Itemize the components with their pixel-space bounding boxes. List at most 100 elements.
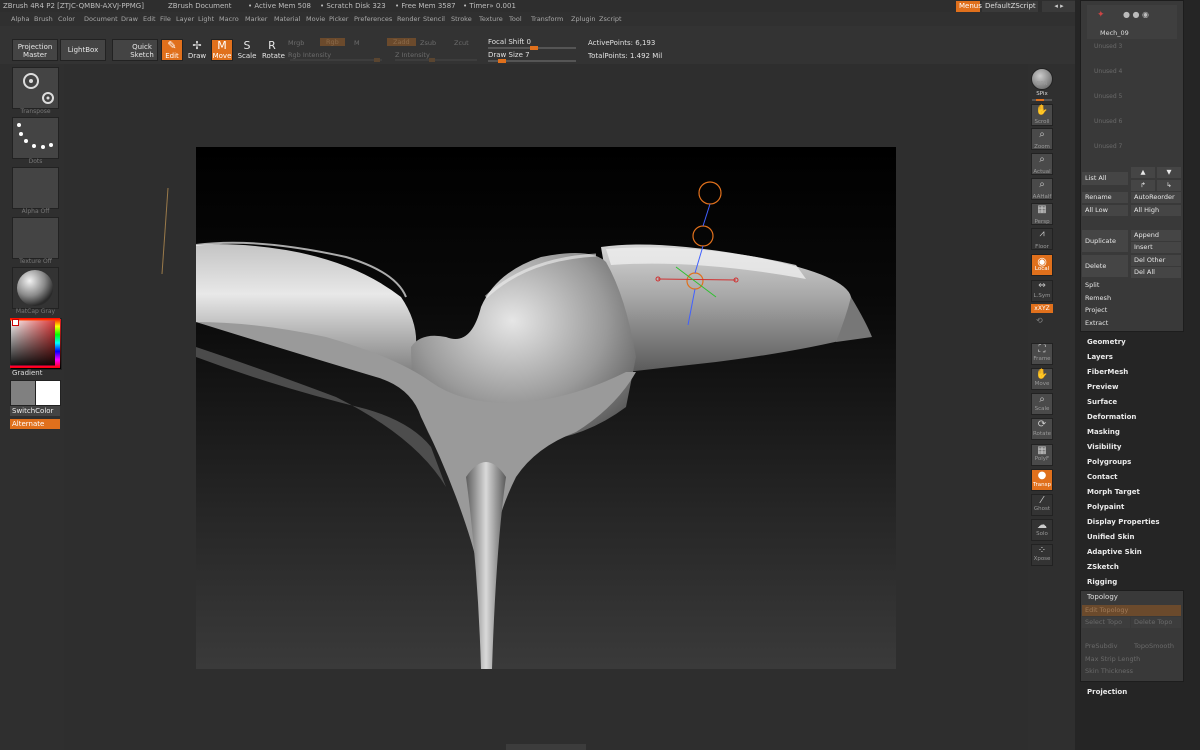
- deformation-menu[interactable]: Deformation: [1087, 413, 1136, 421]
- rigging-menu[interactable]: Rigging: [1087, 578, 1117, 586]
- subtool-unused-4[interactable]: Unused 4: [1094, 68, 1122, 75]
- list-all-button[interactable]: List All: [1082, 172, 1128, 185]
- secondary-color-swatch[interactable]: [10, 380, 36, 406]
- default-zscript-button[interactable]: DefaultZScript: [982, 1, 1038, 12]
- spix-slider[interactable]: [1032, 99, 1052, 101]
- menu-picker[interactable]: Picker: [329, 12, 348, 26]
- duplicate-button[interactable]: Duplicate: [1082, 230, 1128, 252]
- layers-menu[interactable]: Layers: [1087, 353, 1113, 361]
- subtool-unused-6[interactable]: Unused 6: [1094, 118, 1122, 125]
- rotate-axis-icon[interactable]: ⟲: [1036, 316, 1043, 325]
- projection-master-button[interactable]: Projection Master: [12, 39, 58, 61]
- focal-shift-slider[interactable]: [488, 46, 576, 50]
- menu-texture[interactable]: Texture: [479, 12, 503, 26]
- move-up-button[interactable]: ↱: [1131, 180, 1155, 191]
- menu-edit[interactable]: Edit: [143, 12, 156, 26]
- display-properties-menu[interactable]: Display Properties: [1087, 518, 1160, 526]
- delete-topo-button[interactable]: Delete Topo: [1131, 617, 1181, 628]
- zadd-toggle[interactable]: Zadd: [387, 38, 416, 46]
- menu-zscript[interactable]: Zscript: [599, 12, 622, 26]
- menu-preferences[interactable]: Preferences: [354, 12, 392, 26]
- primary-color-swatch[interactable]: [35, 380, 61, 406]
- visibility-menu[interactable]: Visibility: [1087, 443, 1121, 451]
- ghost-button[interactable]: ⁄: [1031, 494, 1053, 516]
- document-viewport[interactable]: [196, 147, 896, 669]
- menu-layer[interactable]: Layer: [176, 12, 194, 26]
- menu-material[interactable]: Material: [274, 12, 300, 26]
- lightbox-button[interactable]: LightBox: [60, 39, 106, 61]
- menu-draw[interactable]: Draw: [121, 12, 138, 26]
- subtool-unused-7[interactable]: Unused 7: [1094, 143, 1122, 150]
- project-menu[interactable]: Project: [1082, 305, 1181, 316]
- z-intensity-slider[interactable]: [395, 58, 477, 62]
- menu-movie[interactable]: Movie: [306, 12, 325, 26]
- zcut-toggle[interactable]: Zcut: [454, 39, 469, 47]
- unified-skin-menu[interactable]: Unified Skin: [1087, 533, 1135, 541]
- texture-thumb[interactable]: [12, 217, 59, 259]
- edit-topology-button[interactable]: Edit Topology: [1082, 605, 1181, 616]
- rotate-button[interactable]: R Rotate: [261, 39, 285, 61]
- delete-button[interactable]: Delete: [1082, 255, 1128, 277]
- mrgb-toggle[interactable]: Mrgb: [288, 39, 304, 47]
- menu-alpha[interactable]: Alpha: [11, 12, 29, 26]
- solo-button[interactable]: ☁: [1031, 519, 1053, 541]
- rgb-intensity-slider[interactable]: [290, 58, 382, 62]
- menu-color[interactable]: Color: [58, 12, 75, 26]
- polygroups-menu[interactable]: Polygroups: [1087, 458, 1131, 466]
- all-low-button[interactable]: All Low: [1082, 205, 1128, 216]
- projection-menu[interactable]: Projection: [1087, 688, 1127, 696]
- menu-brush[interactable]: Brush: [34, 12, 53, 26]
- masking-menu[interactable]: Masking: [1087, 428, 1120, 436]
- contact-menu[interactable]: Contact: [1087, 473, 1118, 481]
- skin-thickness-slider[interactable]: Skin Thickness: [1082, 666, 1181, 677]
- transpose-brush-thumb[interactable]: [12, 67, 59, 109]
- subtool-active-slot[interactable]: ✦ ● ● ◉ Mech_09: [1087, 5, 1177, 39]
- move-down-button[interactable]: ↳: [1157, 180, 1181, 191]
- topo-smooth-slider[interactable]: TopoSmooth: [1131, 641, 1181, 652]
- del-other-button[interactable]: Del Other: [1131, 255, 1181, 266]
- append-button[interactable]: Append: [1131, 230, 1181, 241]
- menus-button[interactable]: Menus: [956, 1, 982, 12]
- subtool-unused-3[interactable]: Unused 3: [1094, 43, 1122, 50]
- local-button[interactable]: ◉: [1031, 254, 1053, 276]
- menu-marker[interactable]: Marker: [245, 12, 267, 26]
- all-high-button[interactable]: All High: [1131, 205, 1181, 216]
- rgb-toggle[interactable]: Rgb: [320, 38, 345, 46]
- insert-button[interactable]: Insert: [1131, 242, 1181, 253]
- auto-reorder-button[interactable]: AutoReorder: [1131, 192, 1181, 203]
- menu-render[interactable]: Render: [397, 12, 420, 26]
- geometry-menu[interactable]: Geometry: [1087, 338, 1126, 346]
- menu-stroke[interactable]: Stroke: [451, 12, 472, 26]
- polyf-button[interactable]: ▦: [1031, 444, 1053, 466]
- menu-light[interactable]: Light: [198, 12, 214, 26]
- max-strip-length-slider[interactable]: Max Strip Length: [1082, 654, 1181, 665]
- alternate-button[interactable]: Alternate: [10, 419, 60, 429]
- menu-file[interactable]: File: [160, 12, 171, 26]
- menu-macro[interactable]: Macro: [219, 12, 239, 26]
- menu-tool[interactable]: Tool: [509, 12, 522, 26]
- gradient-label[interactable]: Gradient: [12, 369, 42, 377]
- material-thumb[interactable]: [12, 267, 59, 309]
- menu-zplugin[interactable]: Zplugin: [571, 12, 596, 26]
- xpose-button[interactable]: ⁘: [1031, 544, 1053, 566]
- polypaint-menu[interactable]: Polypaint: [1087, 503, 1124, 511]
- surface-menu[interactable]: Surface: [1087, 398, 1117, 406]
- subtool-unused-5[interactable]: Unused 5: [1094, 93, 1122, 100]
- menu-document[interactable]: Document: [84, 12, 118, 26]
- edit-button[interactable]: ✎ Edit: [161, 39, 183, 61]
- switch-color-button[interactable]: SwitchColor: [10, 406, 60, 416]
- quick-sketch-button[interactable]: Quick Sketch: [112, 39, 158, 61]
- topology-header[interactable]: Topology: [1087, 593, 1118, 601]
- presubdiv-slider[interactable]: PreSubdiv: [1082, 641, 1130, 652]
- extract-menu[interactable]: Extract: [1082, 318, 1181, 329]
- preview-menu[interactable]: Preview: [1087, 383, 1119, 391]
- move-button[interactable]: M Move: [211, 39, 233, 61]
- draw-size-slider[interactable]: [488, 59, 576, 63]
- m-toggle[interactable]: M: [354, 39, 360, 47]
- arrow-up-button[interactable]: ▲: [1131, 167, 1155, 178]
- menu-stencil[interactable]: Stencil: [423, 12, 445, 26]
- morph-target-menu[interactable]: Morph Target: [1087, 488, 1140, 496]
- spix-label[interactable]: SPix: [1028, 91, 1056, 97]
- menu-transform[interactable]: Transform: [531, 12, 563, 26]
- fibermesh-menu[interactable]: FiberMesh: [1087, 368, 1128, 376]
